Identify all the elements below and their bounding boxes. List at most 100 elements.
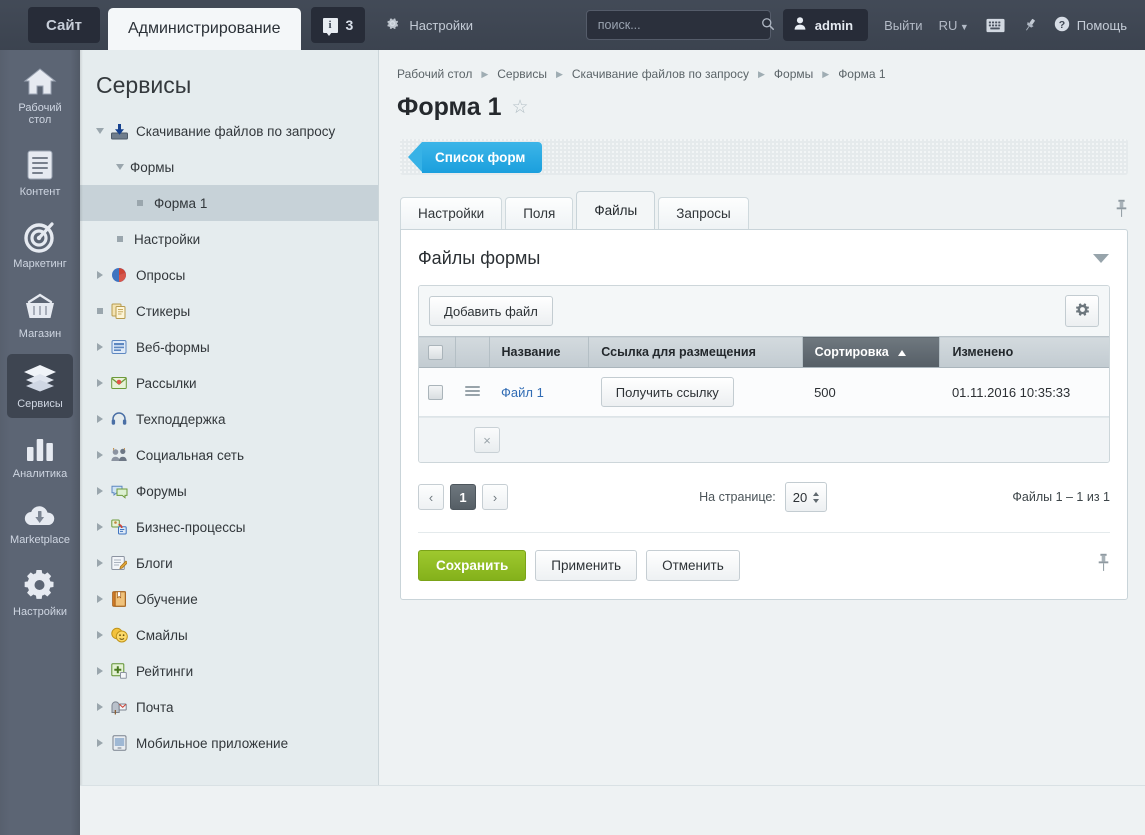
chevron-right-icon[interactable]: [92, 703, 108, 711]
logout-link[interactable]: Выйти: [884, 18, 923, 33]
pin-icon[interactable]: [1097, 553, 1110, 575]
language-selector[interactable]: RU ▼: [939, 18, 969, 33]
tree-item-forums[interactable]: Форумы: [80, 473, 378, 509]
site-button[interactable]: Сайт: [28, 7, 100, 43]
tree-item-label: Техподдержка: [136, 412, 225, 427]
per-page-select[interactable]: 20: [785, 482, 827, 512]
tree-item-downloads[interactable]: Скачивание файлов по запросу: [80, 113, 378, 149]
breadcrumb-separator: ▶: [556, 69, 563, 80]
breadcrumb-item[interactable]: Формы: [774, 67, 813, 81]
rail-label: Настройки: [13, 606, 67, 618]
apply-button[interactable]: Применить: [535, 550, 637, 581]
chevron-right-icon[interactable]: [92, 523, 108, 531]
cloud-download-icon: [22, 503, 58, 529]
search-icon[interactable]: [761, 17, 775, 34]
tree-item-blogs[interactable]: Блоги: [80, 545, 378, 581]
tree-item-mail[interactable]: Почта: [80, 689, 378, 725]
chevron-right-icon[interactable]: [92, 487, 108, 495]
help-button[interactable]: ? Помощь: [1054, 16, 1127, 35]
column-header-modified[interactable]: Изменено: [940, 337, 1109, 368]
tree-item-business-processes[interactable]: Бизнес-процессы: [80, 509, 378, 545]
rail-item-shop[interactable]: Магазин: [7, 284, 73, 348]
page-1-button[interactable]: 1: [450, 484, 476, 510]
rail-item-marketing[interactable]: Маркетинг: [7, 212, 73, 278]
tree-item-settings[interactable]: Настройки: [80, 221, 378, 257]
pin-icon[interactable]: [1115, 199, 1128, 221]
chevron-right-icon[interactable]: [92, 559, 108, 567]
tree-item-support[interactable]: Техподдержка: [80, 401, 378, 437]
chevron-right-icon[interactable]: [92, 343, 108, 351]
tab-requests[interactable]: Запросы: [658, 197, 748, 229]
tree-item-form-1[interactable]: Форма 1: [80, 185, 378, 221]
tree-item-social[interactable]: Социальная сеть: [80, 437, 378, 473]
get-link-button[interactable]: Получить ссылку: [601, 377, 734, 407]
drag-handle-icon[interactable]: [465, 384, 480, 398]
column-header-name[interactable]: Название: [489, 337, 589, 368]
file-name-link[interactable]: Файл 1: [501, 385, 544, 400]
triangle-down-icon[interactable]: [1093, 254, 1109, 263]
tree-item-stickers[interactable]: Стикеры: [80, 293, 378, 329]
user-button[interactable]: admin: [783, 9, 868, 41]
save-button[interactable]: Сохранить: [418, 550, 526, 581]
tab-settings[interactable]: Настройки: [400, 197, 502, 229]
tree-item-learning[interactable]: Обучение: [80, 581, 378, 617]
next-page-button[interactable]: ›: [482, 484, 508, 510]
star-icon[interactable]: ☆: [511, 96, 528, 119]
chevron-right-icon[interactable]: [92, 667, 108, 675]
pin-icon[interactable]: [1022, 17, 1038, 33]
breadcrumb-item[interactable]: Рабочий стол: [397, 67, 472, 81]
search-box[interactable]: [586, 10, 771, 40]
chevron-down-icon[interactable]: [112, 164, 128, 170]
chevron-right-icon[interactable]: [92, 739, 108, 747]
rail-item-marketplace[interactable]: Marketplace: [7, 494, 73, 554]
select-all-checkbox[interactable]: [428, 345, 443, 360]
chat-icon: [108, 484, 130, 499]
rail-item-content[interactable]: Контент: [7, 140, 73, 206]
tree-item-mobile-app[interactable]: Мобильное приложение: [80, 725, 378, 761]
top-bar: Сайт Администрирование i 3 Настройки adm…: [0, 0, 1145, 50]
workflow-icon: [108, 519, 130, 535]
tab-files[interactable]: Файлы: [576, 191, 655, 229]
chevron-right-icon[interactable]: [92, 415, 108, 423]
forms-list-button[interactable]: Список форм: [422, 142, 542, 173]
remove-row-button[interactable]: ×: [474, 427, 500, 453]
chevron-right-icon[interactable]: [92, 379, 108, 387]
notifications-button[interactable]: i 3: [311, 7, 366, 43]
chevron-right-icon[interactable]: [92, 631, 108, 639]
rail-item-analytics[interactable]: Аналитика: [7, 424, 73, 488]
grid-settings-button[interactable]: [1065, 295, 1099, 327]
select-all-header[interactable]: [419, 337, 455, 368]
tree-item-smileys[interactable]: Смайлы: [80, 617, 378, 653]
rail-item-services[interactable]: Сервисы: [7, 354, 73, 418]
rail-item-desktop[interactable]: Рабочий стол: [7, 58, 73, 134]
row-drag-cell[interactable]: [455, 368, 489, 417]
row-select-cell[interactable]: [419, 368, 455, 417]
chevron-right-icon[interactable]: [92, 271, 108, 279]
page-title: Форма 1: [397, 93, 501, 122]
admin-tab[interactable]: Администрирование: [108, 8, 301, 50]
row-checkbox[interactable]: [428, 385, 443, 400]
column-header-link[interactable]: Ссылка для размещения: [589, 337, 802, 368]
chevron-right-icon[interactable]: [92, 595, 108, 603]
topbar-settings-button[interactable]: Настройки: [385, 16, 473, 34]
add-file-button[interactable]: Добавить файл: [429, 296, 553, 326]
tree-item-forms[interactable]: Формы: [80, 149, 378, 185]
tree-item-ratings[interactable]: Рейтинги: [80, 653, 378, 689]
breadcrumb-item[interactable]: Скачивание файлов по запросу: [572, 67, 749, 81]
tree-item-webforms[interactable]: Веб-формы: [80, 329, 378, 365]
chevron-down-icon[interactable]: [92, 128, 108, 134]
rail-item-settings[interactable]: Настройки: [7, 560, 73, 626]
search-input[interactable]: [596, 17, 761, 33]
prev-page-button[interactable]: ‹: [418, 484, 444, 510]
rail-label: Marketplace: [10, 534, 70, 546]
tab-fields[interactable]: Поля: [505, 197, 573, 229]
breadcrumb-item[interactable]: Сервисы: [497, 67, 547, 81]
tree-item-mailings[interactable]: Рассылки: [80, 365, 378, 401]
tree-item-polls[interactable]: Опросы: [80, 257, 378, 293]
keyboard-icon[interactable]: [986, 18, 1005, 33]
cancel-button[interactable]: Отменить: [646, 550, 740, 581]
table-row[interactable]: Файл 1 Получить ссылку 500 01.11.2016 10…: [419, 368, 1109, 417]
column-header-sort[interactable]: Сортировка: [802, 337, 940, 368]
envelope-icon: [108, 376, 130, 390]
chevron-right-icon[interactable]: [92, 451, 108, 459]
